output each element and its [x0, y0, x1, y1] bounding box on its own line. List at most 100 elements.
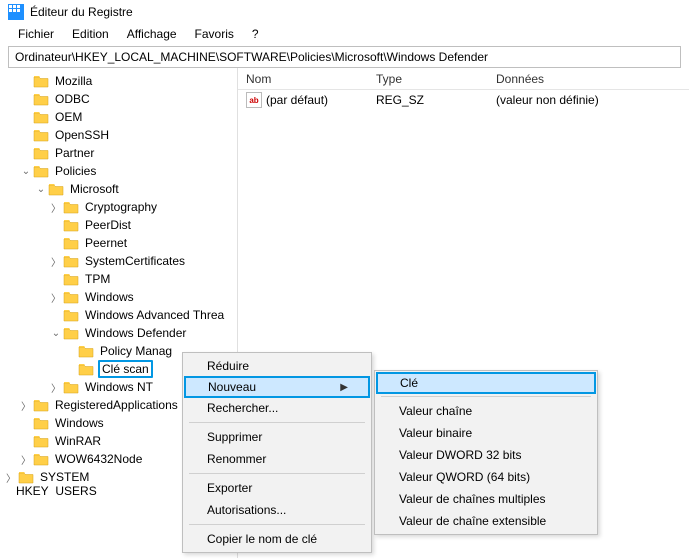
tree-label: Cryptography [83, 200, 159, 214]
context-submenu-new[interactable]: Clé Valeur chaîne Valeur binaire Valeur … [374, 370, 598, 535]
tree-item[interactable]: OpenSSH [0, 126, 237, 144]
folder-icon [63, 254, 79, 268]
folder-icon [18, 470, 34, 484]
folder-icon [63, 380, 79, 394]
separator [381, 396, 591, 397]
tree-item[interactable]: OEM [0, 108, 237, 126]
ctx-find[interactable]: Rechercher... [185, 397, 369, 419]
tree-item[interactable]: ⌄ Microsoft [0, 180, 237, 198]
value-data: (valeur non définie) [488, 93, 689, 107]
ctx-delete[interactable]: Supprimer [185, 426, 369, 448]
ctx-collapse[interactable]: Réduire [185, 355, 369, 377]
col-data[interactable]: Données [488, 72, 689, 86]
folder-icon [33, 92, 49, 106]
menu-view[interactable]: Affichage [119, 25, 185, 43]
chevron-icon[interactable]: 〉 [49, 200, 63, 215]
tree-item[interactable]: ODBC [0, 90, 237, 108]
menu-file[interactable]: Fichier [10, 25, 62, 43]
tree-label: Policies [53, 164, 98, 178]
tree-label: Windows [53, 416, 106, 430]
ctx-new-binary[interactable]: Valeur binaire [377, 422, 595, 444]
folder-icon [63, 200, 79, 214]
tree-item[interactable]: Windows Advanced Threa [0, 306, 237, 324]
folder-icon [33, 416, 49, 430]
tree-label: Policy Manag [98, 344, 174, 358]
values-header: Nom Type Données [238, 68, 689, 90]
address-bar[interactable]: Ordinateur\HKEY_LOCAL_MACHINE\SOFTWARE\P… [8, 46, 681, 68]
tree-label: TPM [83, 272, 112, 286]
menu-help[interactable]: ? [244, 25, 267, 43]
tree-item[interactable]: Mozilla [0, 72, 237, 90]
chevron-icon[interactable]: ⌄ [19, 166, 33, 177]
menu-favorites[interactable]: Favoris [187, 25, 242, 43]
ctx-copy-key-name[interactable]: Copier le nom de clé [185, 528, 369, 550]
tree-item[interactable]: ⌄ Policies [0, 162, 237, 180]
folder-icon [33, 128, 49, 142]
tree-item[interactable]: 〉 SystemCertificates [0, 252, 237, 270]
tree-label: Windows Advanced Threa [83, 308, 226, 322]
value-row[interactable]: ab (par défaut) REG_SZ (valeur non défin… [238, 90, 689, 110]
tree-label: PeerDist [83, 218, 133, 232]
ctx-permissions[interactable]: Autorisations... [185, 499, 369, 521]
ctx-new-expandstring[interactable]: Valeur de chaîne extensible [377, 510, 595, 532]
tree-label: Windows [83, 290, 136, 304]
folder-icon [63, 218, 79, 232]
regedit-icon [8, 4, 24, 20]
tree-label: ODBC [53, 92, 92, 106]
col-name[interactable]: Nom [238, 72, 368, 86]
chevron-icon[interactable]: 〉 [49, 290, 63, 305]
chevron-icon[interactable]: ⌄ [34, 184, 48, 195]
chevron-icon[interactable]: 〉 [49, 380, 63, 395]
tree-label: Clé scan [98, 360, 153, 378]
tree-item[interactable]: 〉 Cryptography [0, 198, 237, 216]
folder-icon [33, 434, 49, 448]
tree-label: HKEY_USERS [14, 486, 99, 496]
ctx-new[interactable]: Nouveau▶ [184, 376, 370, 398]
separator [189, 473, 365, 474]
folder-icon [33, 110, 49, 124]
ctx-new-string[interactable]: Valeur chaîne [377, 400, 595, 422]
folder-icon [33, 146, 49, 160]
folder-icon [33, 452, 49, 466]
menu-bar: Fichier Edition Affichage Favoris ? [0, 24, 689, 46]
folder-icon [78, 362, 94, 376]
tree-label: OEM [53, 110, 84, 124]
chevron-icon[interactable]: 〉 [19, 452, 33, 467]
ctx-new-dword[interactable]: Valeur DWORD 32 bits [377, 444, 595, 466]
tree-label: SystemCertificates [83, 254, 187, 268]
col-type[interactable]: Type [368, 72, 488, 86]
ctx-rename[interactable]: Renommer [185, 448, 369, 470]
tree-item[interactable]: 〉 Windows [0, 288, 237, 306]
context-menu-key[interactable]: Réduire Nouveau▶ Rechercher... Supprimer… [182, 352, 372, 553]
tree-label: Partner [53, 146, 96, 160]
tree-item[interactable]: Peernet [0, 234, 237, 252]
folder-icon [78, 344, 94, 358]
tree-label: WinRAR [53, 434, 103, 448]
folder-icon [63, 308, 79, 322]
tree-label: Mozilla [53, 74, 94, 88]
tree-label: Peernet [83, 236, 129, 250]
separator [189, 524, 365, 525]
tree-item[interactable]: TPM [0, 270, 237, 288]
chevron-icon[interactable]: 〉 [19, 398, 33, 413]
tree-label: Microsoft [68, 182, 121, 196]
value-name: (par défaut) [266, 93, 328, 107]
folder-icon [63, 272, 79, 286]
menu-edit[interactable]: Edition [64, 25, 117, 43]
chevron-icon[interactable]: 〉 [4, 470, 18, 485]
chevron-icon[interactable]: ⌄ [49, 328, 63, 339]
tree-label: Windows NT [83, 380, 155, 394]
separator [189, 422, 365, 423]
chevron-icon[interactable]: 〉 [49, 254, 63, 269]
folder-icon [48, 182, 64, 196]
tree-label: WOW6432Node [53, 452, 144, 466]
window-title: Éditeur du Registre [30, 5, 133, 19]
tree-label: SYSTEM [38, 470, 91, 484]
ctx-new-key[interactable]: Clé [376, 372, 596, 394]
ctx-export[interactable]: Exporter [185, 477, 369, 499]
tree-item[interactable]: PeerDist [0, 216, 237, 234]
ctx-new-multistring[interactable]: Valeur de chaînes multiples [377, 488, 595, 510]
tree-item[interactable]: Partner [0, 144, 237, 162]
tree-item[interactable]: ⌄Windows Defender [0, 324, 237, 342]
ctx-new-qword[interactable]: Valeur QWORD (64 bits) [377, 466, 595, 488]
